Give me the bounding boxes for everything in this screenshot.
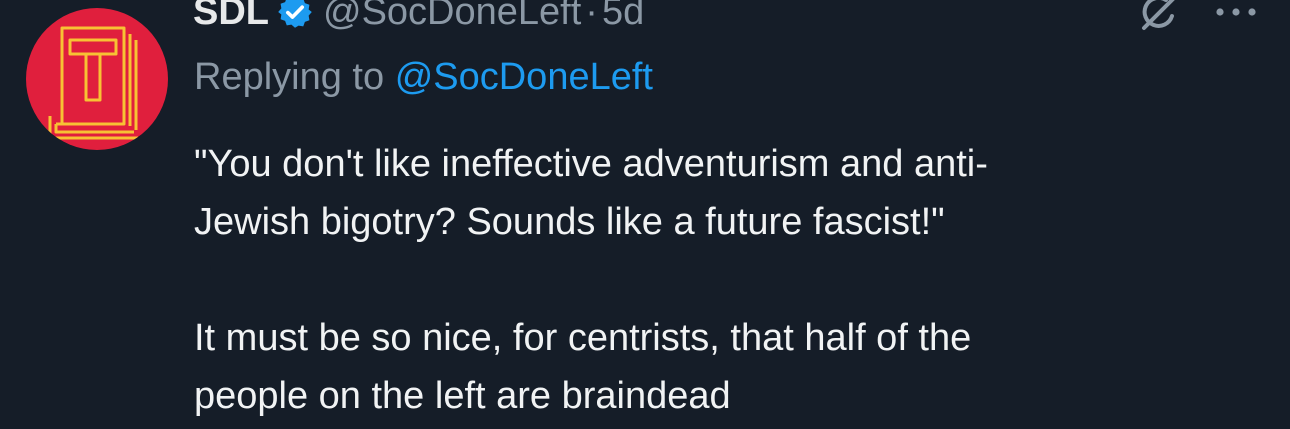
more-options-icon[interactable] — [1214, 2, 1258, 22]
book-hammer-icon — [48, 26, 138, 140]
timestamp[interactable]: 5d — [602, 0, 644, 34]
tweet-text-line: "You don't like ineffective adventurism … — [194, 143, 988, 185]
user-handle[interactable]: @SocDoneLeft — [323, 0, 581, 34]
replying-to: Replying to @SocDoneLeft — [194, 56, 653, 99]
avatar[interactable] — [26, 8, 168, 150]
tweet-text-line: Jewish bigotry? Sounds like a future fas… — [194, 201, 945, 243]
tweet-text: "You don't like ineffective adventurism … — [194, 135, 1254, 425]
tweet[interactable]: SDL @SocDoneLeft · 5d Replying to @SocDo… — [0, 0, 1290, 429]
replying-to-label: Replying to — [194, 56, 385, 98]
tweet-header: SDL @SocDoneLeft · 5d — [193, 0, 644, 38]
grok-icon[interactable] — [1136, 0, 1182, 32]
separator-dot: · — [585, 0, 598, 33]
verified-badge-icon[interactable] — [277, 0, 313, 30]
display-name[interactable]: SDL — [193, 0, 269, 34]
tweet-text-line: It must be so nice, for centrists, that … — [194, 317, 972, 359]
tweet-text-line: people on the left are braindead — [194, 375, 731, 417]
replying-to-handle-link[interactable]: @SocDoneLeft — [395, 56, 653, 98]
